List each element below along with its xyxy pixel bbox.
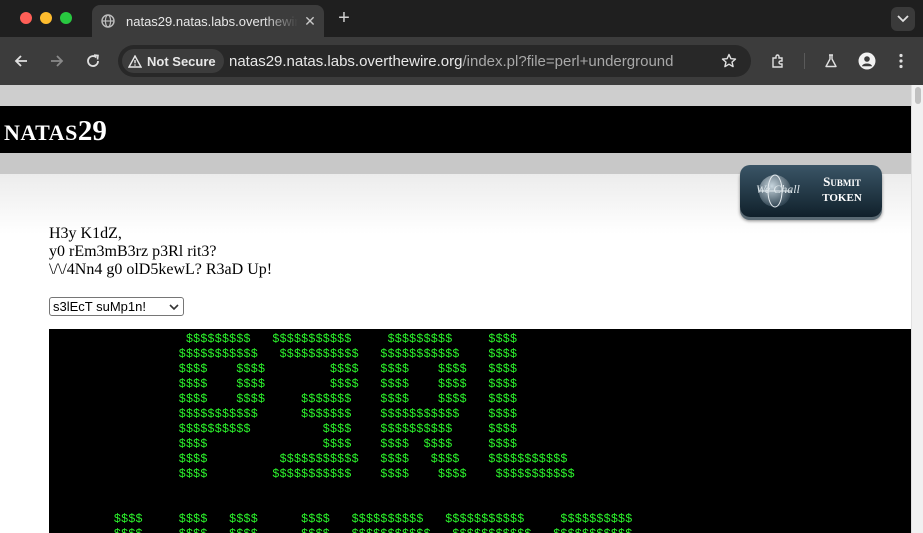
forward-button[interactable] (47, 51, 67, 71)
submit-label-top: Submit (823, 174, 861, 189)
extensions-icon[interactable] (768, 51, 788, 71)
security-label: Not Secure (147, 53, 216, 69)
intro-line: y0 rEm3mB3rz p3Rl rit3? (49, 243, 217, 260)
warning-icon (128, 54, 142, 68)
reload-button[interactable] (83, 51, 103, 71)
menu-kebab-icon[interactable] (891, 51, 911, 71)
top-band (0, 85, 911, 106)
ascii-art: $$$$$$$$$ $$$$$$$$$$$ $$$$$$$$$ $$$$ $$$… (113, 332, 633, 533)
intro-text: H3y K1dZ, y0 rEm3mB3rz p3Rl rit3? \/\/4N… (49, 225, 272, 279)
scrollbar-thumb[interactable] (915, 87, 921, 104)
submit-token-label: Submit TOKEN (812, 174, 872, 206)
reload-icon (87, 54, 99, 67)
page-header: NATAS29 (0, 106, 911, 153)
close-icon[interactable]: ✕ (302, 13, 318, 29)
profile-avatar-icon[interactable] (857, 51, 877, 71)
address-bar[interactable]: Not Secure natas29.natas.labs.overthewir… (118, 45, 751, 77)
vertical-scrollbar[interactable] (911, 85, 923, 533)
minimize-window-button[interactable] (40, 12, 52, 24)
back-button[interactable] (11, 51, 31, 71)
arrow-right-icon (51, 55, 64, 67)
url-host: natas29.natas.labs.overthewire.org (229, 53, 463, 70)
security-indicator[interactable]: Not Secure (122, 49, 224, 73)
page-title: NATAS29 (4, 115, 107, 148)
file-select-value: s3lEcT suMp1n! (53, 299, 146, 314)
terminal-output: $$$$$$$$$ $$$$$$$$$$$ $$$$$$$$$ $$$$ $$$… (49, 329, 911, 533)
page-viewport: NATAS29 We Chall Submit TOKEN H3y K1dZ, y… (0, 85, 911, 533)
browser-toolbar: Not Secure natas29.natas.labs.overthewir… (0, 37, 923, 85)
submit-label-bottom: TOKEN (822, 192, 862, 204)
file-select[interactable]: s3lEcT suMp1n! (49, 297, 184, 316)
tab-search-button[interactable] (891, 7, 915, 31)
logo-text: NATAS (4, 120, 78, 145)
tab-title: natas29.natas.labs.overthewire.org (126, 13, 298, 29)
close-window-button[interactable] (20, 12, 32, 24)
browser-tab[interactable]: natas29.natas.labs.overthewire.org ✕ (92, 5, 324, 37)
globe-icon (100, 13, 116, 29)
chevron-down-icon (897, 15, 909, 23)
intro-line: H3y K1dZ, (49, 225, 122, 242)
tab-bar: natas29.natas.labs.overthewire.org ✕ + (0, 0, 923, 37)
logo-number: 29 (77, 115, 107, 147)
chevron-down-icon (169, 304, 179, 311)
bookmark-star-icon[interactable] (719, 51, 739, 71)
submit-token-button[interactable]: We Chall Submit TOKEN (740, 165, 882, 217)
labs-flask-icon[interactable] (821, 51, 841, 71)
toolbar-divider (804, 53, 805, 69)
arrow-left-icon (14, 55, 27, 67)
intro-line: \/\/4Nn4 g0 olD5kewL? R3aD Up! (49, 261, 273, 278)
url-text[interactable]: natas29.natas.labs.overthewire.org/index… (229, 53, 673, 70)
wechall-label: We Chall (756, 182, 800, 196)
url-path: /index.pl?file=perl+underground (462, 53, 674, 70)
zoom-window-button[interactable] (60, 12, 72, 24)
new-tab-button[interactable]: + (334, 8, 354, 28)
